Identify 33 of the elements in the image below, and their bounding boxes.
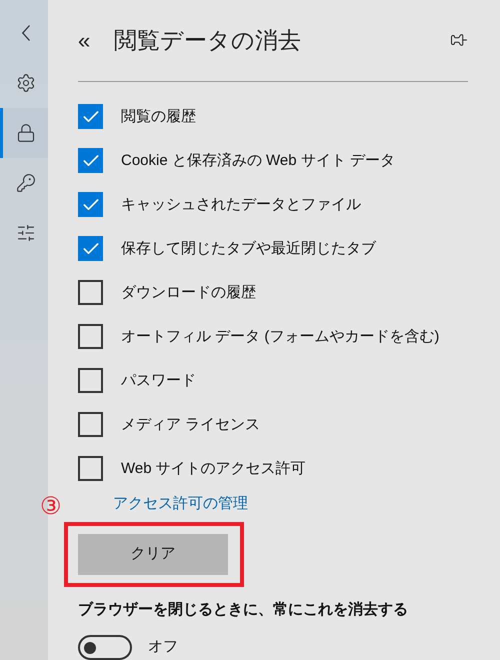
toggle-switch[interactable] bbox=[78, 635, 132, 660]
checkbox[interactable] bbox=[78, 104, 103, 130]
checkbox[interactable] bbox=[78, 456, 103, 482]
toggle-knob bbox=[84, 642, 96, 654]
collapse-button[interactable]: « bbox=[78, 24, 114, 57]
checkbox[interactable] bbox=[78, 280, 103, 306]
checkbox[interactable] bbox=[78, 368, 103, 394]
toggle-state: オフ bbox=[148, 637, 178, 658]
checkbox[interactable] bbox=[78, 324, 103, 350]
sliders-icon bbox=[16, 223, 36, 243]
sidebar-item[interactable] bbox=[0, 108, 48, 158]
back-icon bbox=[22, 25, 30, 41]
always-clear-label: ブラウザーを閉じるときに、常にこれを消去する bbox=[78, 600, 409, 620]
lock-icon bbox=[16, 123, 36, 143]
option-label: Cookie と保存済みの Web サイト データ bbox=[121, 150, 395, 171]
checkbox[interactable] bbox=[78, 412, 103, 438]
option-label: 閲覧の履歴 bbox=[121, 106, 196, 127]
permissions-link[interactable]: アクセス許可の管理 bbox=[113, 493, 248, 516]
option-label: キャッシュされたデータとファイル bbox=[121, 194, 361, 215]
clear-button[interactable]: クリア bbox=[78, 534, 228, 575]
option-label: メディア ライセンス bbox=[121, 414, 260, 435]
option-label: ダウンロードの履歴 bbox=[121, 282, 256, 303]
checkbox[interactable] bbox=[78, 148, 103, 174]
key-icon bbox=[16, 173, 36, 193]
checkbox[interactable] bbox=[78, 236, 103, 262]
option-label: オートフィル データ (フォームやカードを含む) bbox=[121, 326, 440, 347]
option-label: Web サイトのアクセス許可 bbox=[121, 458, 306, 479]
panel-title: 閲覧データの消去 bbox=[114, 26, 302, 56]
checkbox[interactable] bbox=[78, 192, 103, 218]
step-number: ③ bbox=[40, 492, 62, 522]
option-label: パスワード bbox=[121, 370, 196, 391]
settings-icon bbox=[16, 73, 36, 93]
option-label: 保存して閉じたタブや最近閉じたタブ bbox=[121, 238, 376, 259]
